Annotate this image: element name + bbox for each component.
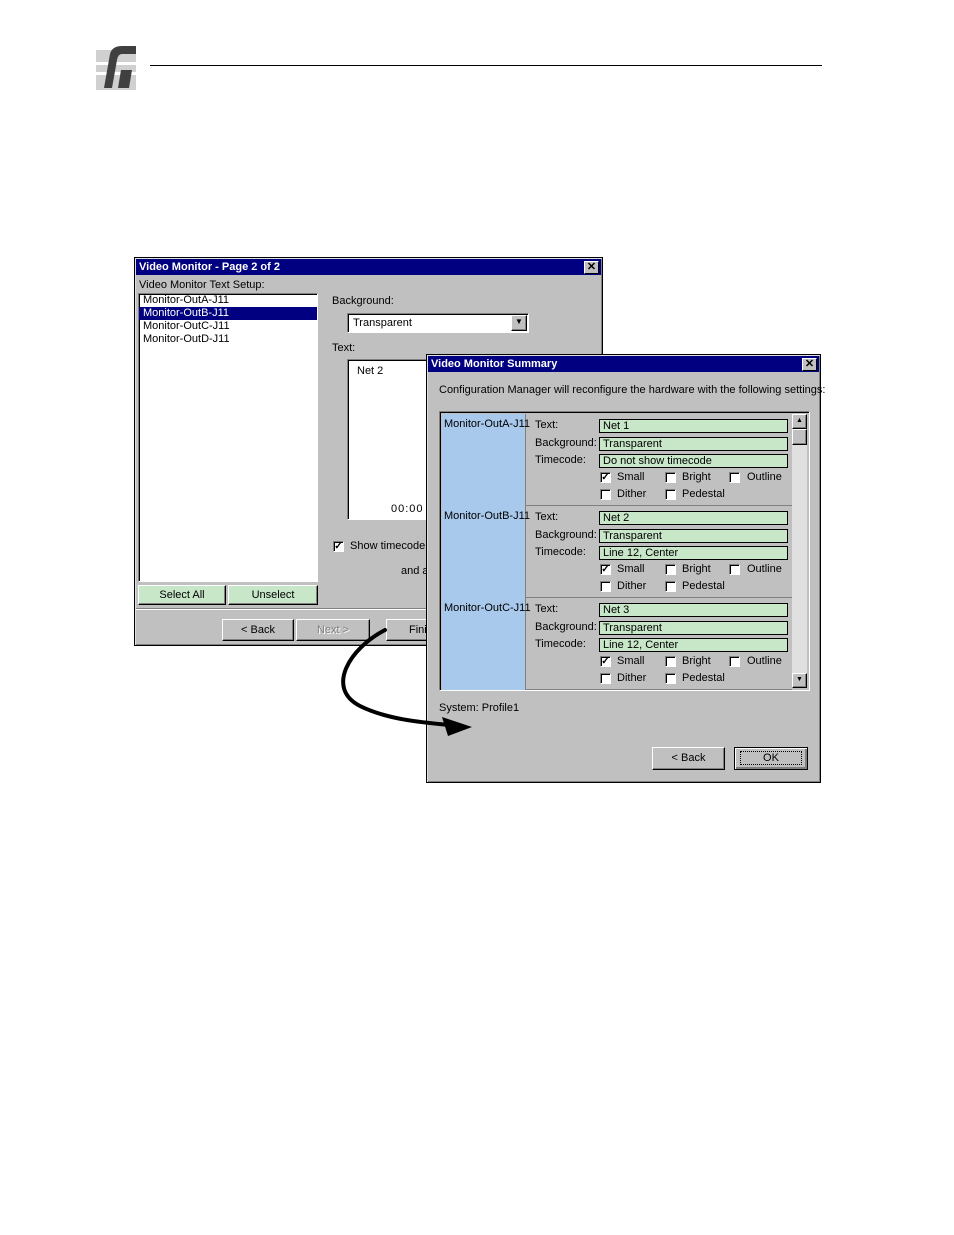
- text-value-field[interactable]: Net 1: [599, 419, 788, 433]
- summary-row: Monitor-OutB-J11 Text: Net 2 Background:…: [442, 506, 792, 598]
- background-select-value: Transparent: [353, 317, 412, 329]
- list-item[interactable]: Monitor-OutA-J11: [139, 294, 317, 307]
- timecode-row-label: Timecode:: [535, 454, 586, 466]
- outline-checkbox[interactable]: [729, 656, 740, 667]
- dropdown-arrow-icon[interactable]: ▼: [511, 315, 527, 331]
- ok-button-label: OK: [740, 751, 802, 765]
- header-rule: [150, 65, 822, 66]
- pedestal-checkbox[interactable]: [665, 581, 676, 592]
- unselect-button[interactable]: Unselect: [228, 585, 318, 605]
- background-value-field[interactable]: Transparent: [599, 529, 788, 543]
- bright-label: Bright: [682, 655, 711, 667]
- summary-scrollbar[interactable]: ▲ ▼: [792, 414, 807, 688]
- small-label: Small: [617, 471, 645, 483]
- dither-checkbox[interactable]: [600, 673, 611, 684]
- pedestal-checkbox[interactable]: [665, 489, 676, 500]
- background-select[interactable]: Transparent ▼: [347, 313, 529, 333]
- show-timecode-checkbox[interactable]: ✓: [333, 541, 344, 552]
- monitor-name: Monitor-OutA-J11: [444, 418, 530, 430]
- monitor-name: Monitor-OutC-J11: [444, 602, 531, 614]
- back-button-label: < Back: [241, 624, 275, 636]
- outline-checkbox[interactable]: [729, 564, 740, 575]
- timecode-value-field[interactable]: Line 12, Center: [599, 546, 788, 560]
- arrow-icon: [341, 628, 472, 736]
- pedestal-label: Pedestal: [682, 488, 725, 500]
- summary-title: Video Monitor Summary: [431, 358, 558, 370]
- scroll-up-icon[interactable]: ▲: [792, 414, 807, 429]
- text-value-field[interactable]: Net 2: [599, 511, 788, 525]
- summary-row: Monitor-OutC-J11 Text: Net 3 Background:…: [442, 598, 792, 690]
- outline-checkbox[interactable]: [729, 472, 740, 483]
- list-item[interactable]: Monitor-OutB-J11: [139, 307, 317, 320]
- bright-label: Bright: [682, 471, 711, 483]
- bright-label: Bright: [682, 563, 711, 575]
- dialog-title: Video Monitor - Page 2 of 2: [139, 261, 280, 273]
- timecode-preview: 00:00: [391, 503, 424, 515]
- dither-checkbox[interactable]: [600, 581, 611, 592]
- list-item[interactable]: Monitor-OutC-J11: [139, 320, 317, 333]
- monitor-name: Monitor-OutB-J11: [444, 510, 530, 522]
- dialog-title-bar: Video Monitor - Page 2 of 2: [136, 259, 601, 275]
- bright-checkbox[interactable]: [665, 656, 676, 667]
- timecode-value-field[interactable]: Line 12, Center: [599, 638, 788, 652]
- dither-checkbox[interactable]: [600, 489, 611, 500]
- pedestal-label: Pedestal: [682, 580, 725, 592]
- pedestal-checkbox[interactable]: [665, 673, 676, 684]
- text-area[interactable]: Net 2 00:00: [347, 359, 437, 520]
- close-icon[interactable]: ✕: [802, 358, 817, 371]
- outline-label: Outline: [747, 471, 782, 483]
- text-row-label: Text:: [535, 603, 559, 615]
- background-row-label: Background:: [535, 529, 597, 541]
- dither-label: Dither: [617, 580, 647, 592]
- small-checkbox[interactable]: ✓: [600, 564, 611, 575]
- background-row-label: Background:: [535, 437, 597, 449]
- show-timecode-label: Show timecode: [350, 540, 426, 552]
- video-monitor-summary-dialog: Video Monitor Summary ✕ Configuration Ma…: [426, 354, 825, 783]
- outline-label: Outline: [747, 655, 782, 667]
- list-item[interactable]: Monitor-OutD-J11: [139, 333, 317, 346]
- bright-checkbox[interactable]: [665, 472, 676, 483]
- background-label: Background:: [332, 295, 394, 307]
- ok-button[interactable]: OK: [734, 747, 808, 770]
- setup-label: Video Monitor Text Setup:: [139, 279, 265, 291]
- small-checkbox[interactable]: ✓: [600, 656, 611, 667]
- summary-intro: Configuration Manager will reconfigure t…: [439, 384, 826, 396]
- monitor-cell: Monitor-OutB-J11: [442, 506, 530, 598]
- scroll-down-icon[interactable]: ▼: [792, 673, 807, 688]
- summary-grid: Monitor-OutA-J11 Text: Net 1 Background:…: [439, 411, 810, 691]
- close-icon[interactable]: ✕: [584, 261, 599, 274]
- summary-title-bar: Video Monitor Summary: [428, 356, 819, 372]
- text-area-value: Net 2: [357, 365, 384, 377]
- small-label: Small: [617, 563, 645, 575]
- dither-label: Dither: [617, 488, 647, 500]
- text-row-label: Text:: [535, 419, 559, 431]
- timecode-value-field[interactable]: Do not show timecode: [599, 454, 788, 468]
- pedestal-label: Pedestal: [682, 672, 725, 684]
- text-label: Text:: [332, 342, 356, 354]
- dither-label: Dither: [617, 672, 647, 684]
- text-value-field[interactable]: Net 3: [599, 603, 788, 617]
- text-row-label: Text:: [535, 511, 559, 523]
- back-button[interactable]: < Back: [222, 619, 294, 641]
- background-row-label: Background:: [535, 621, 597, 633]
- background-value-field[interactable]: Transparent: [599, 621, 788, 635]
- and-a-text: and a: [401, 565, 429, 577]
- select-all-button[interactable]: Select All: [138, 585, 226, 605]
- monitor-list[interactable]: Monitor-OutA-J11 Monitor-OutB-J11 Monitor-…: [138, 293, 318, 582]
- outline-label: Outline: [747, 563, 782, 575]
- summary-row: Monitor-OutA-J11 Text: Net 1 Background:…: [442, 414, 792, 506]
- background-value-field[interactable]: Transparent: [599, 437, 788, 451]
- scroll-thumb[interactable]: [792, 429, 807, 445]
- timecode-row-label: Timecode:: [535, 546, 586, 558]
- summary-back-label: < Back: [671, 752, 706, 764]
- small-label: Small: [617, 655, 645, 667]
- timecode-row-label: Timecode:: [535, 638, 586, 650]
- bright-checkbox[interactable]: [665, 564, 676, 575]
- summary-back-button[interactable]: < Back: [652, 747, 725, 770]
- small-checkbox[interactable]: ✓: [600, 472, 611, 483]
- monitor-cell: Monitor-OutA-J11: [442, 414, 530, 506]
- company-logo-icon: [96, 44, 138, 94]
